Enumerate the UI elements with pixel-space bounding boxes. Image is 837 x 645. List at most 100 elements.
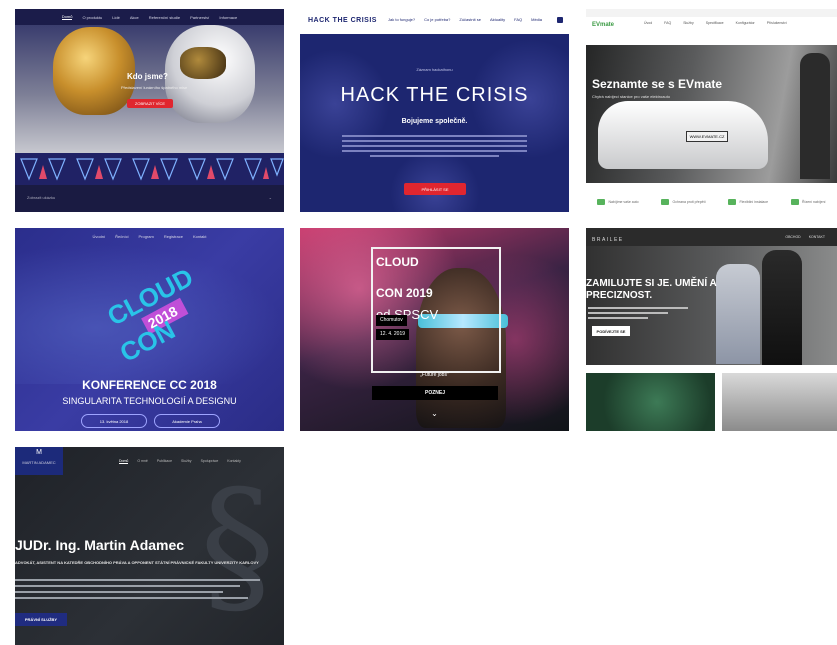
portfolio-card-martin-adamec[interactable]: § M MARTIN ADAMEC Domů O mně Publikace S… — [15, 447, 284, 645]
hero-title: JUDr. Ing. Martin Adamec — [15, 537, 185, 553]
menu-item: OBCHOD — [785, 235, 801, 239]
menu-item: Úvod — [644, 21, 653, 25]
shop-button: PODÍVEJTE SE — [592, 326, 630, 336]
logo-monogram: M — [36, 449, 42, 456]
portfolio-card-brailee[interactable]: BRAILEE OBCHOD KONTAKT ZAMILUJTE SI JE. … — [586, 228, 837, 431]
date-tag: 12. 4. 2019 — [376, 329, 410, 340]
menu-item: Aktuality — [489, 17, 506, 22]
hero-text — [588, 304, 688, 322]
menu-item: Co je potřeba? — [424, 17, 451, 22]
portfolio-card-space[interactable]: Domů O produktu Lidé Akce Referenční stu… — [15, 9, 284, 212]
hero-subtitle: Chytrá nabíjecí stanice pro vaše elektro… — [592, 94, 671, 99]
utility-bar — [586, 9, 837, 17]
signup-button: PŘIHLÁSIT SE — [404, 183, 466, 195]
site-header: HACK THE CRISIS Jak to funguje? Co je po… — [300, 9, 569, 34]
site-logo: M MARTIN ADAMEC — [15, 447, 63, 475]
portfolio-card-cloud-con-2019[interactable]: CLOUD CON 2019 od SPSCV Chomutov 12. 4. … — [300, 228, 569, 431]
settings-icon — [790, 198, 799, 205]
place-pill: Akademie Praha — [154, 414, 220, 428]
menu-item: KONTAKT — [808, 235, 825, 239]
portfolio-card-evmate[interactable]: EVmate Úvod FAQ Služby Specifikace Konfi… — [586, 9, 837, 212]
menu-item: Média — [531, 17, 543, 22]
footer-label: Zobrazit ukázku — [27, 195, 56, 200]
card-footer: Zobrazit ukázku ⌄ — [15, 185, 284, 212]
nav-item: Řečníci — [115, 233, 129, 239]
nav-item: Akce — [129, 14, 139, 20]
cta-button: POZNEJ — [372, 386, 498, 400]
chevron-down-icon: ⌄ — [268, 195, 272, 200]
menu-item: Konfigurátor — [735, 21, 755, 25]
hero-kicker: Záznam hackathonu — [416, 67, 453, 72]
feature-item: Flexibilní instalace — [728, 198, 768, 205]
hero-paragraph — [342, 132, 527, 160]
menu-item: Služby — [683, 21, 694, 25]
nav-item: Úvodní — [92, 233, 106, 239]
section-sign-graphic: § — [200, 459, 275, 633]
cloud-con-logo: CLOUD 2018 CON — [105, 264, 198, 368]
hero-button: ZOBRAZIT VÍCE — [127, 99, 173, 108]
nav-item: O produktu — [82, 14, 103, 20]
hero-subtitle: ADVOKÁT, ASISTENT NA KATEDŘE OBCHODNÍHO … — [15, 560, 259, 565]
feature-strip: Nabíjíme vaše auto Ochrana proti přepětí… — [586, 191, 837, 212]
menu-item: Příslušenství — [766, 21, 787, 25]
portfolio-card-cloud-con-2018[interactable]: Úvodní Řečníci Program Registrace Kontak… — [15, 228, 284, 431]
nav-item: Kontakt — [192, 233, 207, 239]
hero-slogan: Bojujeme společně. — [401, 118, 468, 125]
hero-title: Seznamte se s EVmate — [592, 77, 723, 91]
charging-icon — [597, 198, 606, 205]
menu-item: O mně — [137, 459, 148, 463]
nav-item: Informace — [219, 14, 238, 20]
nav-item: Registrace — [163, 233, 183, 239]
shield-icon — [661, 198, 670, 205]
menu-item: Jak to funguje? — [388, 17, 416, 22]
hero-title: ZAMILUJTE SI JE. UMĚNÍ A PRECIZNOST. — [586, 278, 717, 301]
menu-item: Kontakty — [227, 459, 241, 463]
hero-subtitle: SINGULARITA TECHNOLOGIÍ A DESIGNU — [62, 396, 237, 406]
nav-item: Partnerství — [190, 14, 210, 20]
site-logo: HACK THE CRISIS — [308, 17, 377, 24]
portfolio-card-hack-the-crisis[interactable]: HACK THE CRISIS Jak to funguje? Co je po… — [300, 9, 569, 212]
hero-title: Kdo jsme? — [127, 72, 168, 81]
hero-paragraph — [15, 575, 260, 603]
hero-subtitle: Představení lunárního špatného mise — [121, 85, 188, 90]
feature-item: Řízení nabíjení — [790, 198, 826, 205]
car-image — [598, 101, 768, 169]
site-logo: EVmate — [592, 22, 615, 28]
card-nav: Úvodní Řečníci Program Registrace Kontak… — [15, 228, 284, 244]
site-menu: Úvod FAQ Služby Specifikace Konfigurátor… — [644, 21, 787, 25]
menu-item: FAQ — [514, 17, 523, 22]
logo-name: MARTIN ADAMEC — [22, 460, 56, 465]
helmet-visor — [180, 47, 226, 79]
triangle-pattern — [15, 153, 284, 185]
nav-item: Domů — [61, 14, 73, 20]
nav-item: Program — [138, 233, 154, 239]
site-menu: Jak to funguje? Co je potřeba? Zúčastnit… — [388, 17, 542, 22]
site-menu: Domů O mně Publikace Služby Spolupráce K… — [119, 459, 241, 464]
menu-item: Zúčastnit se — [459, 17, 481, 22]
menu-item: Publikace — [156, 459, 173, 463]
golden-helmet — [53, 27, 135, 115]
feature-item: Nabíjíme vaše auto — [597, 198, 639, 205]
nav-item: Referenční studie — [148, 14, 181, 20]
facebook-icon — [557, 17, 563, 23]
plug-icon — [728, 198, 737, 205]
menu-item: FAQ — [664, 21, 672, 25]
menu-item: Domů — [119, 459, 129, 464]
hero-title: KONFERENCE CC 2018 — [82, 378, 217, 392]
event-title-line2: CON 2019 — [376, 286, 433, 300]
card-nav: Domů O produktu Lidé Akce Referenční stu… — [15, 9, 284, 25]
menu-item: Specifikace — [705, 21, 724, 25]
product-tile-photo — [586, 373, 715, 431]
event-title-line1: CLOUD — [376, 255, 419, 269]
site-menu: OBCHOD KONTAKT — [785, 235, 825, 239]
feature-item: Ochrana proti přepětí — [661, 198, 706, 205]
date-pill: 13. května 2018 — [81, 414, 147, 428]
chevron-down-icon: ⌄ — [431, 409, 438, 418]
nav-item: Lidé — [112, 14, 120, 20]
site-logo: BRAILEE — [592, 237, 624, 243]
license-plate: WWW.EVMATE.CZ — [686, 131, 728, 142]
product-tile-photo — [722, 373, 837, 431]
place-tag: Chomutov — [376, 315, 407, 326]
person-image — [800, 53, 830, 179]
man-image — [762, 250, 802, 365]
